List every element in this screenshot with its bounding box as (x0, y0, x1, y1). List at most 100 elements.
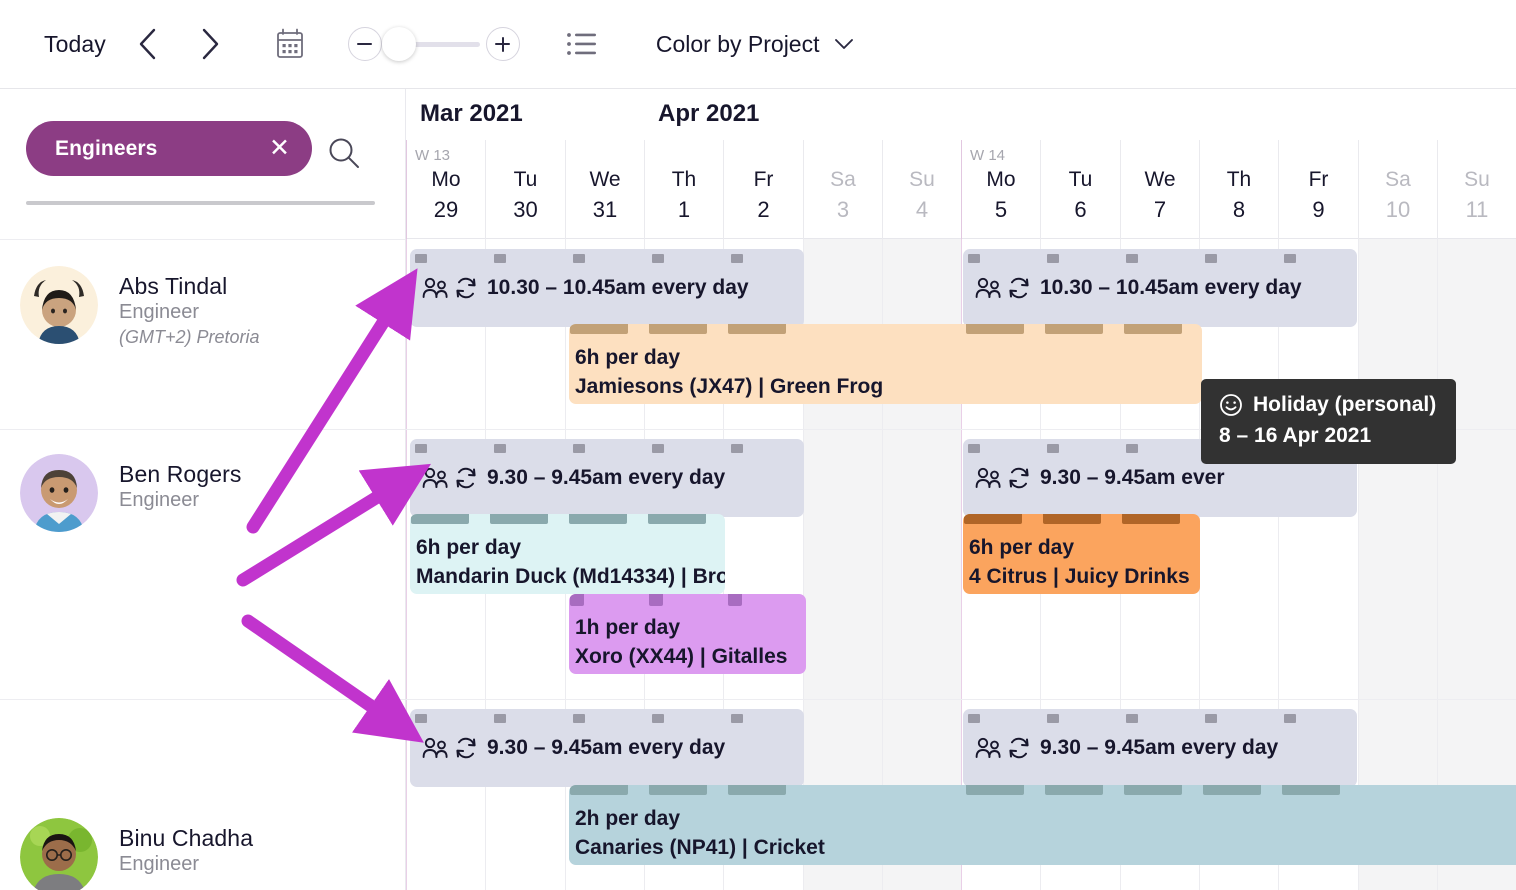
person-timezone: (GMT+2) Pretoria (119, 326, 260, 347)
minus-icon (357, 36, 373, 52)
day-column-header[interactable]: Tu 30 (485, 140, 565, 239)
people-icon (422, 736, 450, 760)
people-icon (422, 276, 450, 300)
day-column-header[interactable]: We 31 (565, 140, 644, 239)
repeat-icon (454, 466, 478, 490)
event-project: Mandarin Duck (Md14334) | Bron (416, 565, 725, 588)
people-icon (975, 736, 1003, 760)
top-toolbar: Today Color by Project (0, 0, 1516, 89)
day-column-header[interactable]: We 7 (1120, 140, 1199, 239)
chevron-right-icon (202, 28, 219, 60)
day-column-header[interactable]: W 14 Mo 5 (961, 140, 1040, 239)
day-column-header[interactable]: Tu 6 (1040, 140, 1120, 239)
day-name: Sa (830, 168, 856, 191)
event-project: 4 Citrus | Juicy Drinks (969, 565, 1190, 588)
people-sidebar: Engineers ✕ Abs Tindal Engineer (GMT+2) … (0, 89, 406, 890)
day-column-header[interactable]: W 13 Mo 29 (406, 140, 485, 239)
day-column-header[interactable]: Sa 10 (1358, 140, 1437, 239)
event-hours: 6h per day (575, 346, 681, 369)
event-meeting[interactable]: 10.30 – 10.45am every day (963, 249, 1357, 327)
day-number: 31 (592, 197, 618, 222)
tooltip-title: Holiday (personal) (1253, 393, 1437, 416)
date-picker-button[interactable] (272, 26, 308, 62)
event-label: 9.30 – 9.45am ever (1040, 466, 1225, 489)
event-project: Canaries (NP41) | Cricket (575, 836, 825, 859)
search-icon (329, 138, 359, 168)
day-number: 11 (1465, 197, 1489, 222)
person-row[interactable]: Binu Chadha Engineer (0, 700, 405, 890)
people-icon (975, 276, 1003, 300)
person-ben-rogers[interactable]: Ben Rogers Engineer (20, 454, 241, 532)
event-project: Jamiesons (JX47) | Green Frog (575, 375, 884, 398)
event-task[interactable]: 6h per day Mandarin Duck (Md14334) | Bro… (410, 514, 725, 594)
event-hours: 1h per day (575, 616, 681, 639)
day-column-header[interactable]: Su 4 (882, 140, 961, 239)
filter-chip-engineers[interactable]: Engineers ✕ (26, 121, 312, 176)
chevron-left-icon (139, 28, 156, 60)
day-name: Su (1464, 168, 1490, 191)
event-meeting[interactable]: 9.30 – 9.45am every day (963, 709, 1357, 787)
person-binu-chadha[interactable]: Binu Chadha Engineer (20, 818, 253, 890)
next-period-button[interactable] (190, 24, 230, 64)
person-abs-tindal[interactable]: Abs Tindal Engineer (GMT+2) Pretoria (20, 266, 260, 349)
day-number: 2 (757, 197, 770, 222)
event-label: 9.30 – 9.45am every day (1040, 736, 1279, 759)
filter-area: Engineers ✕ (0, 89, 405, 240)
color-by-dropdown[interactable]: Color by Project (656, 31, 854, 58)
day-column-header[interactable]: Fr 9 (1278, 140, 1358, 239)
day-column-header[interactable]: Fr 2 (723, 140, 803, 239)
event-task[interactable]: 6h per day Jamiesons (JX47) | Green Frog (569, 324, 1202, 404)
zoom-in-button[interactable] (485, 27, 520, 61)
event-meeting[interactable]: 9.30 – 9.45am every day (410, 709, 804, 787)
people-icon (422, 466, 450, 490)
day-name: Mo (431, 168, 461, 191)
day-number: 3 (836, 197, 850, 222)
day-column-header[interactable]: Th 8 (1199, 140, 1278, 239)
search-button[interactable] (327, 136, 361, 175)
repeat-icon (454, 736, 478, 760)
event-hours: 2h per day (575, 807, 681, 830)
row-divider (406, 699, 1516, 700)
day-column-header[interactable]: Th 1 (644, 140, 723, 239)
week-number-label: W 13 (415, 147, 451, 164)
day-column-header[interactable]: Sa 3 (803, 140, 882, 239)
repeat-icon (1007, 276, 1031, 300)
day-name: Tu (513, 168, 538, 191)
today-button[interactable]: Today (44, 31, 106, 58)
list-view-button[interactable] (566, 29, 598, 59)
filter-chip-remove-icon[interactable]: ✕ (269, 136, 290, 161)
person-row[interactable]: Ben Rogers Engineer (0, 430, 405, 700)
avatar (20, 454, 98, 532)
event-meeting[interactable]: 9.30 – 9.45am every day (410, 439, 804, 517)
zoom-slider[interactable] (381, 27, 480, 61)
tooltip-dates: 8 – 16 Apr 2021 (1219, 424, 1372, 447)
zoom-slider-handle[interactable] (381, 27, 416, 61)
day-name: We (589, 168, 621, 191)
color-by-label: Color by Project (655, 30, 820, 57)
person-info: Binu Chadha Engineer (119, 818, 253, 878)
day-name: Tu (1068, 168, 1093, 191)
filter-underline (26, 201, 375, 205)
day-name: Th (1226, 168, 1252, 191)
event-task[interactable]: 1h per day Xoro (XX44) | Gitalles (569, 594, 806, 674)
month-label: Apr 2021 (658, 100, 760, 127)
people-icon (975, 466, 1003, 490)
previous-period-button[interactable] (128, 24, 168, 64)
timeline-grid: 10.30 – 10.45am every day 10.30 – 10.45a… (406, 239, 1516, 890)
day-name: We (1144, 168, 1176, 191)
zoom-out-button[interactable] (347, 27, 382, 61)
day-number: 5 (994, 197, 1008, 222)
person-name: Ben Rogers (119, 461, 242, 487)
day-number: 4 (915, 197, 929, 222)
event-meeting[interactable]: 10.30 – 10.45am every day (410, 249, 804, 327)
list-view-icon (566, 33, 596, 55)
event-task[interactable]: 2h per day Canaries (NP41) | Cricket (569, 785, 1516, 865)
event-task[interactable]: 6h per day 4 Citrus | Juicy Drinks (963, 514, 1200, 594)
event-label: 9.30 – 9.45am every day (487, 466, 726, 489)
repeat-icon (1007, 736, 1031, 760)
filter-chip-label: Engineers (55, 136, 158, 160)
day-number: 8 (1232, 197, 1246, 222)
day-number: 7 (1153, 197, 1167, 222)
person-row[interactable]: Abs Tindal Engineer (GMT+2) Pretoria (0, 240, 405, 430)
day-column-header[interactable]: Su 11 (1437, 140, 1516, 239)
